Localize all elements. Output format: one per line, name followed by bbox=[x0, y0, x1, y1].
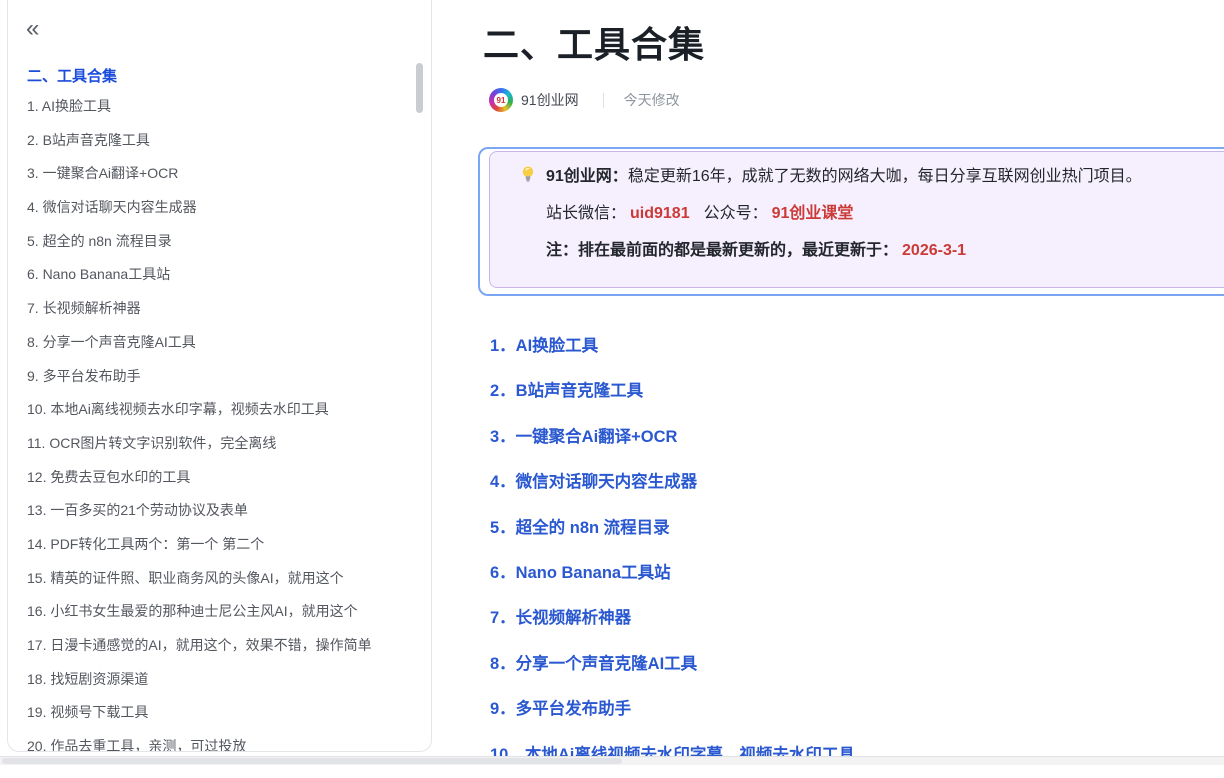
toc-item[interactable]: 1. AI换脸工具 bbox=[27, 90, 417, 124]
toc-item[interactable]: 14. PDF转化工具两个：第一个 第二个 bbox=[27, 528, 417, 562]
toc-item[interactable]: 19. 视频号下载工具 bbox=[27, 696, 417, 730]
toc-item[interactable]: 6. Nano Banana工具站 bbox=[27, 258, 417, 292]
sidebar-scrollbar-thumb[interactable] bbox=[416, 63, 423, 113]
toc-item[interactable]: 20. 作品去重工具，亲测，可过投放 bbox=[27, 730, 417, 752]
doc-link-item[interactable]: 2．B站声音克隆工具 bbox=[490, 369, 1224, 414]
callout-line-contact: 站长微信：uid9181 公众号：91创业课堂 bbox=[517, 202, 1220, 226]
toc-item[interactable]: 7. 长视频解析神器 bbox=[27, 292, 417, 326]
horizontal-scrollbar-track[interactable] bbox=[0, 756, 1224, 765]
wechat-label: 站长微信： bbox=[546, 205, 626, 222]
doc-link-item[interactable]: 8．分享一个声音克隆AI工具 bbox=[490, 642, 1224, 687]
toc-item[interactable]: 17. 日漫卡通感觉的AI，就用这个，效果不错，操作简单 bbox=[27, 629, 417, 663]
toc-item[interactable]: 18. 找短剧资源渠道 bbox=[27, 663, 417, 697]
gzh-label: 公众号： bbox=[704, 205, 768, 222]
doc-link-item[interactable]: 5．超全的 n8n 流程目录 bbox=[490, 506, 1224, 551]
doc-link-item[interactable]: 9．多平台发布助手 bbox=[490, 687, 1224, 732]
modified-time: 今天修改 bbox=[624, 90, 680, 110]
doc-link-list: 1．AI换脸工具2．B站声音克隆工具3．一键聚合Ai翻译+OCR4．微信对话聊天… bbox=[490, 324, 1224, 778]
outline-sidebar: « 二、工具合集 1. AI换脸工具2. B站声音克隆工具3. 一键聚合Ai翻译… bbox=[7, 0, 432, 752]
toc-item[interactable]: 15. 精英的证件照、职业商务风的头像AI，就用这个 bbox=[27, 562, 417, 596]
toc-item[interactable]: 5. 超全的 n8n 流程目录 bbox=[27, 225, 417, 259]
toc-item[interactable]: 13. 一百多买的21个劳动协议及表单 bbox=[27, 494, 417, 528]
callout-block[interactable]: 91创业网：稳定更新16年，成就了无数的网络大咖，每日分享互联网创业热门项目。 … bbox=[489, 151, 1224, 288]
meta-divider bbox=[603, 93, 604, 108]
toc-item[interactable]: 8. 分享一个声音克隆AI工具 bbox=[27, 326, 417, 360]
collapse-sidebar-icon[interactable]: « bbox=[26, 19, 39, 39]
callout-intro-text: 稳定更新16年，成就了无数的网络大咖，每日分享互联网创业热门项目。 bbox=[628, 168, 1142, 185]
doc-link-item[interactable]: 6．Nano Banana工具站 bbox=[490, 551, 1224, 596]
doc-link-item[interactable]: 4．微信对话聊天内容生成器 bbox=[490, 460, 1224, 505]
toc-item[interactable]: 2. B站声音克隆工具 bbox=[27, 124, 417, 158]
callout-selection-border[interactable]: 91创业网：稳定更新16年，成就了无数的网络大咖，每日分享互联网创业热门项目。 … bbox=[478, 147, 1224, 296]
wechat-value: uid9181 bbox=[630, 205, 690, 222]
page-title: 二、工具合集 bbox=[483, 16, 705, 68]
toc-item[interactable]: 12. 免费去豆包水印的工具 bbox=[27, 461, 417, 495]
doc-link-item[interactable]: 3．一键聚合Ai翻译+OCR bbox=[490, 415, 1224, 460]
callout-line-intro: 91创业网：稳定更新16年，成就了无数的网络大咖，每日分享互联网创业热门项目。 bbox=[517, 165, 1220, 189]
toc-item[interactable]: 10. 本地Ai离线视频去水印字幕，视频去水印工具 bbox=[27, 393, 417, 427]
toc-item[interactable]: 11. OCR图片转文字识别软件，完全离线 bbox=[27, 427, 417, 461]
callout-line-note: 注：排在最前面的都是最新更新的，最近更新于：2026-3-1 bbox=[517, 239, 1220, 263]
avatar-label: 91 bbox=[494, 93, 508, 107]
toc-header[interactable]: 二、工具合集 bbox=[27, 65, 117, 86]
lightbulb-icon bbox=[517, 165, 539, 183]
author-name[interactable]: 91创业网 bbox=[521, 90, 579, 110]
toc-item[interactable]: 4. 微信对话聊天内容生成器 bbox=[27, 191, 417, 225]
author-row: 91 91创业网 今天修改 bbox=[489, 87, 680, 113]
avatar: 91 bbox=[489, 88, 513, 112]
toc-item[interactable]: 3. 一键聚合Ai翻译+OCR bbox=[27, 157, 417, 191]
note-date: 2026-3-1 bbox=[902, 242, 966, 259]
toc-list: 1. AI换脸工具2. B站声音克隆工具3. 一键聚合Ai翻译+OCR4. 微信… bbox=[27, 90, 417, 752]
note-bold: 注：排在最前面的都是最新更新的，最近更新于： bbox=[546, 242, 898, 259]
doc-link-item[interactable]: 7．长视频解析神器 bbox=[490, 596, 1224, 641]
toc-item[interactable]: 9. 多平台发布助手 bbox=[27, 360, 417, 394]
callout-intro-bold: 91创业网： bbox=[546, 168, 628, 185]
horizontal-scrollbar-thumb[interactable] bbox=[2, 758, 622, 764]
doc-link-item[interactable]: 1．AI换脸工具 bbox=[490, 324, 1224, 369]
toc-item[interactable]: 16. 小红书女生最爱的那种迪士尼公主风AI，就用这个 bbox=[27, 595, 417, 629]
gzh-value: 91创业课堂 bbox=[772, 205, 854, 222]
